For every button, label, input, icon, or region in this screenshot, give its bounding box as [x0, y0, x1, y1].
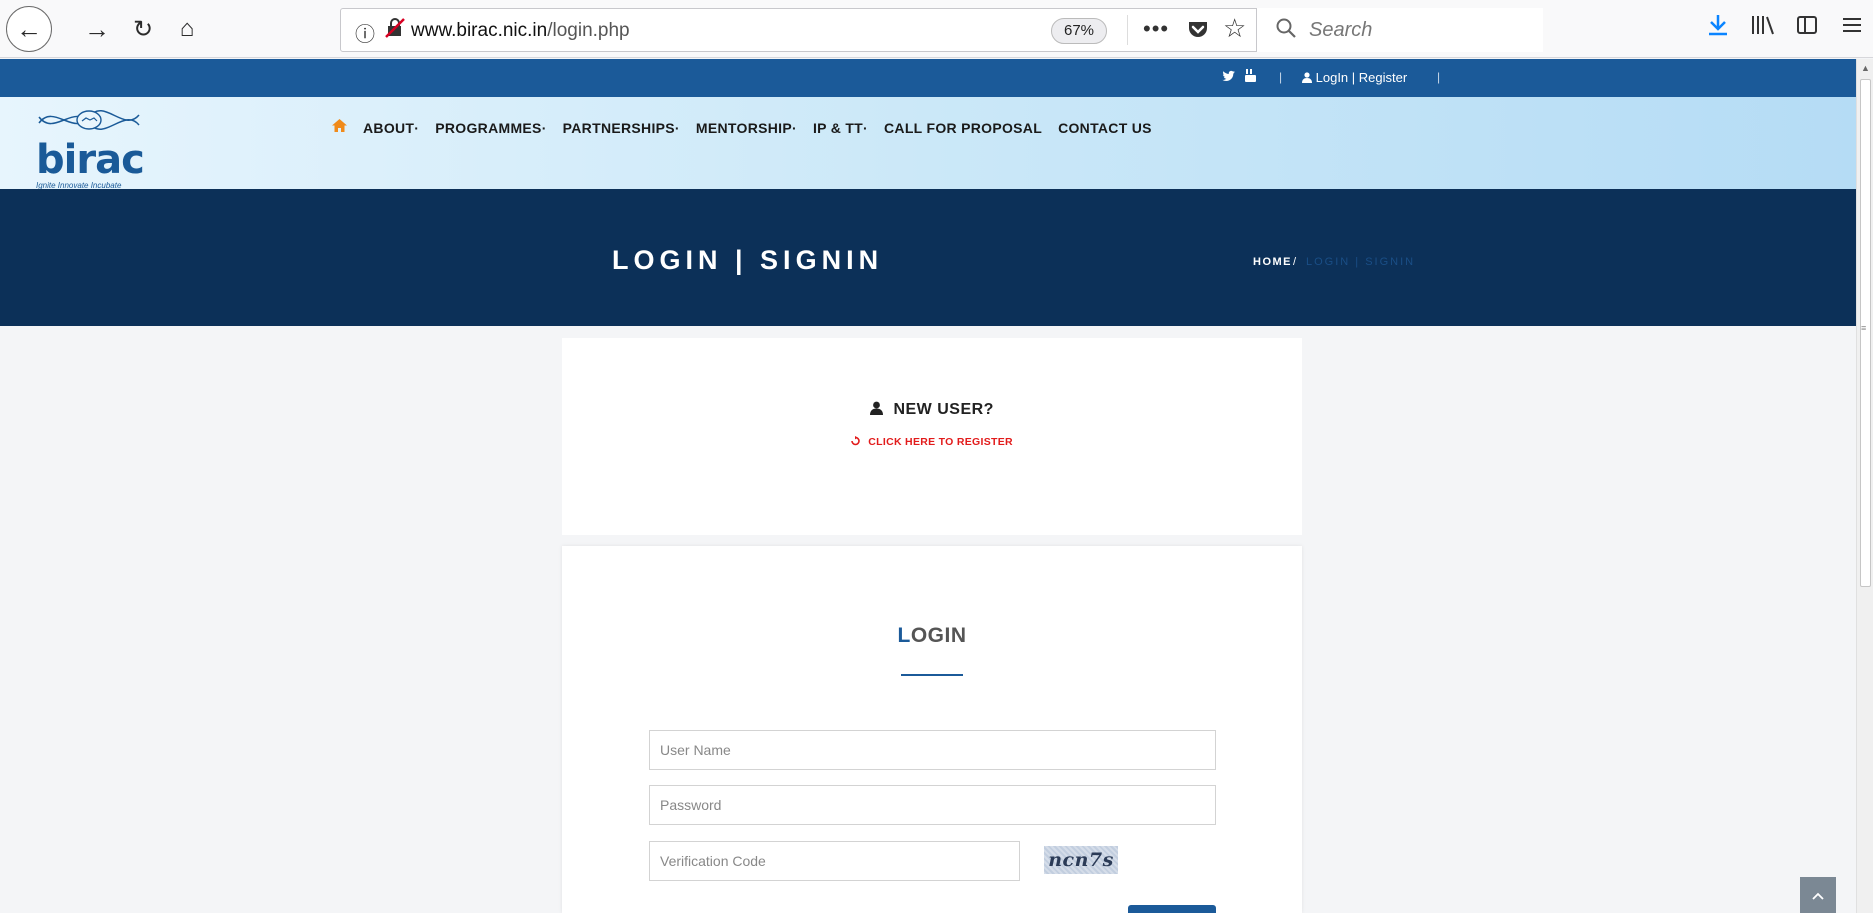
reload-icon[interactable]: ↻ — [126, 10, 160, 48]
heading-underline — [901, 674, 963, 676]
nav-home-icon[interactable] — [332, 119, 347, 136]
breadcrumb-home[interactable]: HOME — [1253, 256, 1292, 268]
divider — [1127, 15, 1128, 45]
nav-label: CALL FOR PROPOSAL — [884, 119, 1043, 136]
more-icon[interactable]: ••• — [1143, 16, 1169, 42]
scroll-thumb[interactable] — [1860, 79, 1871, 587]
nav-item-programmes[interactable]: PROGRAMMES· — [435, 120, 546, 136]
dropdown-marker: · — [674, 119, 680, 136]
login-submit-button[interactable] — [1128, 905, 1216, 913]
insecure-lock-icon[interactable] — [384, 17, 406, 45]
verification-code-field[interactable] — [649, 841, 1020, 881]
scroll-grip-icon: ≡ — [1861, 323, 1867, 333]
url-host: www.birac.nic.in — [411, 20, 548, 41]
scroll-up-arrow-icon[interactable]: ▲ — [1861, 63, 1870, 73]
nav-label: IP & TT — [812, 119, 864, 136]
search-input[interactable]: Search — [1256, 8, 1543, 52]
zoom-level-badge[interactable]: 67% — [1051, 18, 1108, 44]
dropdown-marker: · — [863, 119, 868, 136]
nav-item-partnerships[interactable]: PARTNERSHIPS· — [563, 120, 680, 136]
login-heading: LOGIN — [562, 624, 1302, 648]
breadcrumb-separator: / — [1293, 256, 1297, 268]
login-heading-rest: OGIN — [910, 624, 967, 647]
login-register-label: LogIn | Register — [1315, 70, 1408, 85]
bookmark-star-icon[interactable]: ☆ — [1223, 13, 1246, 44]
page-viewport: | LogIn | Register | birac Ignite Innova… — [0, 59, 1856, 913]
new-user-title: NEW USER? — [893, 401, 994, 418]
sidebar-icon[interactable] — [1795, 13, 1819, 44]
topbar-separator-end: | — [1437, 70, 1441, 84]
user-icon — [870, 401, 887, 417]
dropdown-marker: · — [541, 119, 547, 136]
scroll-to-top-button[interactable] — [1800, 877, 1836, 913]
page-title-banner: LOGIN | SIGNIN HOME / LOGIN | SIGNIN — [0, 189, 1856, 326]
home-icon[interactable]: ⌂ — [170, 10, 204, 48]
download-icon[interactable] — [1707, 13, 1729, 44]
dropdown-marker: · — [414, 119, 420, 136]
menu-icon[interactable] — [1840, 13, 1864, 44]
nav-item-about[interactable]: ABOUT· — [363, 120, 419, 136]
user-icon — [1302, 70, 1316, 85]
browser-toolbar: ← → ↻ ⌂ ⓘ www.birac.nic.in/login.php 67%… — [0, 0, 1873, 58]
register-link-label: CLICK HERE TO REGISTER — [868, 436, 1013, 448]
youtube-icon[interactable] — [1245, 69, 1256, 85]
top-utility-bar: | LogIn | Register | — [0, 59, 1856, 97]
search-icon — [1275, 17, 1297, 45]
info-icon[interactable]: ⓘ — [355, 18, 375, 47]
new-user-card: NEW USER? CLICK HERE TO REGISTER — [562, 338, 1302, 535]
forward-icon[interactable]: → — [80, 10, 114, 48]
dropdown-marker: · — [791, 119, 797, 136]
register-link[interactable]: CLICK HERE TO REGISTER — [562, 436, 1302, 448]
back-icon[interactable]: ← — [6, 6, 52, 52]
nav-label: CONTACT US — [1058, 119, 1152, 136]
hand-pointer-icon — [851, 436, 868, 448]
url-path: /login.php — [547, 20, 630, 41]
nav-label: ABOUT — [363, 119, 415, 136]
search-placeholder: Search — [1309, 19, 1373, 41]
pocket-icon[interactable] — [1185, 16, 1211, 42]
nav-item-contact-us[interactable]: CONTACT US — [1058, 120, 1152, 136]
nav-label: PROGRAMMES — [435, 119, 542, 136]
chevron-up-icon — [1812, 892, 1824, 900]
nav-item-mentorship[interactable]: MENTORSHIP· — [696, 120, 797, 136]
nav-item-ip-tt[interactable]: IP & TT· — [813, 120, 868, 136]
nav-label: PARTNERSHIPS — [562, 119, 675, 136]
logo-word: birac — [36, 137, 145, 183]
password-field[interactable] — [649, 785, 1216, 825]
captcha-image: ncn7s — [1044, 846, 1118, 874]
login-register-link[interactable]: LogIn | Register — [1302, 70, 1407, 85]
nav-item-call-for-proposal[interactable]: CALL FOR PROPOSAL — [884, 120, 1042, 136]
page-title: LOGIN | SIGNIN — [612, 245, 884, 275]
topbar-separator: | — [1279, 70, 1283, 84]
username-field[interactable] — [649, 730, 1216, 770]
library-icon[interactable] — [1750, 13, 1776, 44]
new-user-heading: NEW USER? — [562, 401, 1302, 419]
url-text[interactable]: www.birac.nic.in/login.php — [411, 20, 630, 42]
login-card: LOGIN ncn7s — [562, 546, 1302, 913]
site-header: birac Ignite Innovate Incubate ABOUT· PR… — [0, 97, 1856, 190]
breadcrumb-current: LOGIN | SIGNIN — [1306, 256, 1416, 268]
main-nav: ABOUT· PROGRAMMES· PARTNERSHIPS· MENTORS… — [332, 119, 1168, 136]
twitter-icon[interactable] — [1222, 69, 1236, 85]
nav-label: MENTORSHIP — [695, 119, 792, 136]
page-scrollbar[interactable]: ▲ ≡ — [1856, 59, 1873, 913]
login-heading-first: L — [897, 624, 911, 647]
